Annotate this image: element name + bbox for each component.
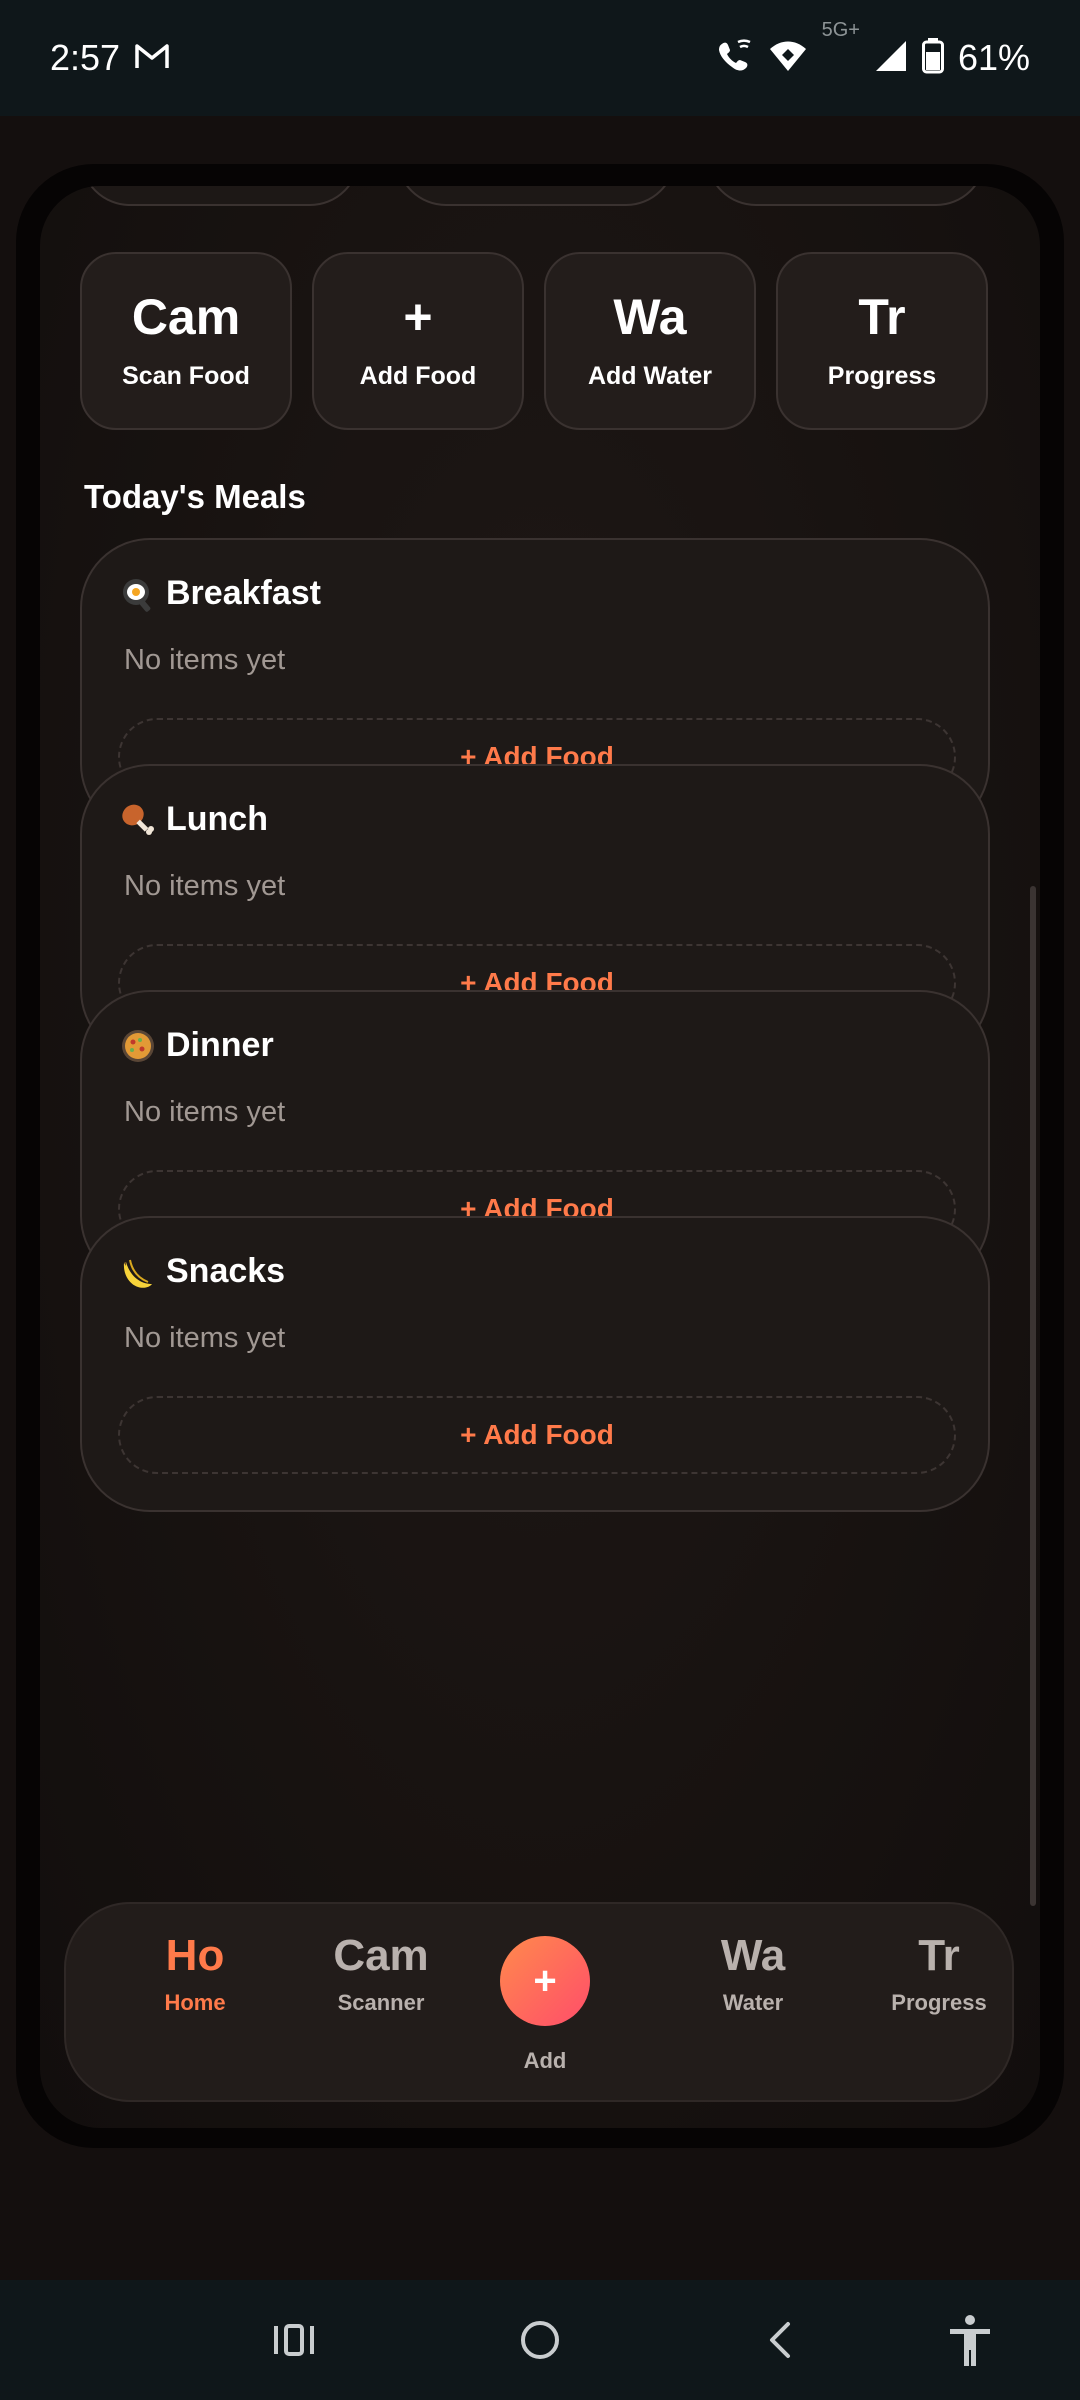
nav-item-water[interactable]: Wa Water	[668, 1934, 838, 2016]
nav-label: Home	[164, 1990, 226, 2015]
scrollbar[interactable]	[1030, 886, 1036, 1906]
home-button[interactable]	[510, 2310, 570, 2370]
meal-title: Snacks	[166, 1252, 286, 1290]
recent-apps-button[interactable]	[264, 2310, 324, 2370]
quick-actions: Cam Scan Food + Add Food Wa Add Water Tr…	[80, 252, 990, 430]
quick-action-label: Add Water	[587, 361, 713, 390]
nav-item-progress[interactable]: Tr Progress	[854, 1934, 1024, 2016]
nav-item-scanner[interactable]: Cam Scanner	[296, 1934, 466, 2016]
nav-label: Water	[722, 1990, 784, 2015]
trend-icon: Tr	[858, 288, 906, 345]
back-button[interactable]	[752, 2310, 812, 2370]
nav-label: Add	[523, 2048, 567, 2073]
drumstick-icon	[120, 802, 156, 838]
add-food-snacks-button[interactable]: + Add Food	[118, 1396, 956, 1474]
status-time: 2:57	[50, 37, 121, 78]
add-water-button[interactable]: Wa Add Water	[544, 252, 756, 430]
signal-icon	[874, 39, 908, 78]
battery-percent: 61%	[957, 37, 1030, 78]
scan-food-button[interactable]: Cam Scan Food	[80, 252, 292, 430]
nav-label: Scanner	[337, 1990, 425, 2015]
wifi-call-icon	[716, 38, 754, 79]
bottom-nav: Ho Home Cam Scanner + Add Wa Water Tr Pr…	[64, 1902, 1014, 2102]
camera-icon: Cam	[333, 1931, 429, 1980]
battery-icon	[921, 37, 944, 79]
trend-icon: Tr	[918, 1931, 960, 1980]
plus-icon: +	[403, 288, 433, 345]
progress-button[interactable]: Tr Progress	[776, 252, 988, 430]
fried-egg-icon	[120, 576, 156, 612]
status-bar: 2:57 5G+ 61%	[0, 0, 1080, 116]
meal-card-snacks: Snacks No items yet + Add Food	[80, 1216, 990, 1512]
meal-empty-text: No items yet	[124, 870, 286, 902]
meals-section-title: Today's Meals	[84, 478, 306, 515]
meal-empty-text: No items yet	[124, 1096, 286, 1128]
paella-pan-icon	[120, 1028, 156, 1064]
system-nav-bar	[0, 2280, 1080, 2400]
gmail-icon	[134, 41, 170, 76]
water-icon: Wa	[720, 1931, 786, 1980]
quick-action-label: Progress	[827, 361, 937, 390]
banana-icon	[120, 1254, 156, 1290]
nav-label: Progress	[891, 1990, 987, 2015]
stat-card-partial	[80, 186, 360, 206]
meal-title: Lunch	[166, 800, 268, 838]
quick-action-label: Scan Food	[122, 361, 250, 390]
camera-icon: Cam	[131, 288, 241, 345]
add-food-quick-button[interactable]: + Add Food	[312, 252, 524, 430]
meal-empty-text: No items yet	[124, 1322, 286, 1354]
quick-action-label: Add Food	[359, 361, 477, 390]
water-icon: Wa	[613, 288, 687, 345]
home-icon: Ho	[165, 1931, 225, 1980]
plus-icon: +	[533, 1958, 557, 2003]
meal-title: Breakfast	[166, 574, 321, 612]
add-fab-button[interactable]: +	[500, 1936, 590, 2026]
wifi-icon	[768, 39, 808, 78]
meal-empty-text: No items yet	[124, 644, 286, 676]
network-type: 5G+	[821, 19, 860, 41]
nav-item-home[interactable]: Ho Home	[110, 1934, 280, 2016]
accessibility-icon[interactable]	[940, 2310, 1000, 2370]
stat-card-partial	[706, 186, 986, 206]
app-screen[interactable]: Cam Scan Food + Add Food Wa Add Water Tr…	[40, 186, 1040, 2128]
meal-title: Dinner	[166, 1026, 274, 1064]
stat-card-partial	[396, 186, 676, 206]
